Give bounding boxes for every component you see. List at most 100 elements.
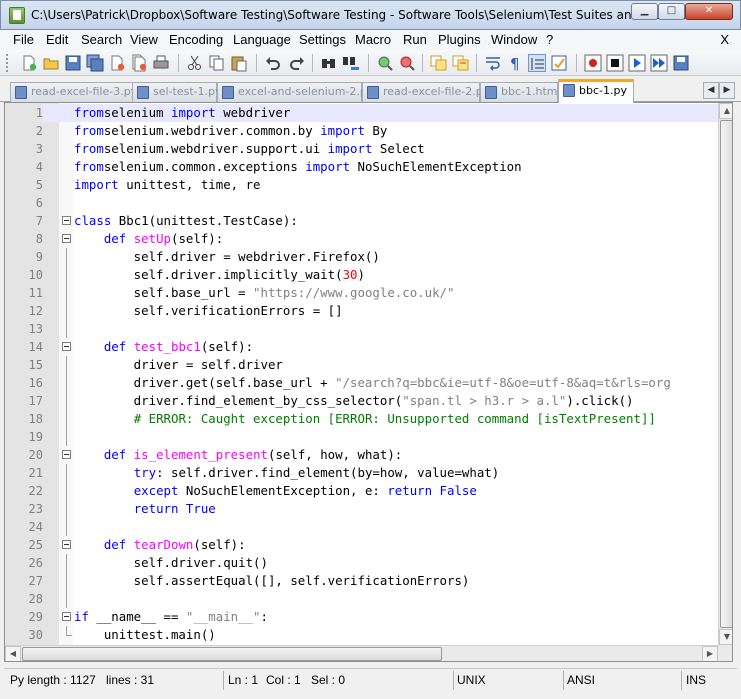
line-number[interactable]: 8 <box>5 230 43 248</box>
save-icon[interactable] <box>64 54 82 72</box>
close-all-icon[interactable] <box>130 54 148 72</box>
code-line[interactable]: 11 self.base_url = "https://www.google.c… <box>5 284 718 302</box>
scroll-down-button[interactable]: ▼ <box>719 629 732 645</box>
fold-toggle-icon[interactable] <box>62 450 71 459</box>
indent-guide-icon[interactable] <box>528 54 546 72</box>
line-number[interactable]: 30 <box>5 626 43 644</box>
code-line[interactable]: 26 self.driver.quit() <box>5 554 718 572</box>
fold-toggle-icon[interactable] <box>62 612 71 621</box>
code-lines[interactable]: 1 fromselenium import webdriver 2 fromselen… <box>5 104 718 644</box>
menu-search[interactable]: Search <box>81 32 122 47</box>
line-number[interactable]: 11 <box>5 284 43 302</box>
find-icon[interactable] <box>320 54 338 72</box>
tab-bbc-1-html[interactable]: bbc-1.html <box>480 82 561 102</box>
line-number[interactable]: 20 <box>5 446 43 464</box>
code-line[interactable]: 3 fromselenium.webdriver.support.ui impor… <box>5 140 718 158</box>
line-number[interactable]: 15 <box>5 356 43 374</box>
line-number[interactable]: 5 <box>5 176 43 194</box>
menu-encoding[interactable]: Encoding <box>169 32 223 47</box>
record-macro-icon[interactable] <box>584 54 602 72</box>
code-line[interactable]: 24 <box>5 518 718 536</box>
user-lang-icon[interactable] <box>550 54 568 72</box>
menu-view[interactable]: View <box>130 32 158 47</box>
close-icon[interactable] <box>108 54 126 72</box>
line-number[interactable]: 24 <box>5 518 43 536</box>
tab-scroll-left-button[interactable]: ◀ <box>703 82 719 99</box>
code-line[interactable]: 27 self.assertEqual([], self.verificatio… <box>5 572 718 590</box>
redo-icon[interactable] <box>288 54 306 72</box>
code-line[interactable]: 18 # ERROR: Caught exception [ERROR: Uns… <box>5 410 718 428</box>
code-line[interactable]: 4 fromselenium.common.exceptions import N… <box>5 158 718 176</box>
code-line[interactable]: 29 if __name__ == "__main__": <box>5 608 718 626</box>
stop-macro-icon[interactable] <box>606 54 624 72</box>
menu-macro[interactable]: Macro <box>355 32 391 47</box>
code-line[interactable]: 16 driver.get(self.base_url + "/search?q… <box>5 374 718 392</box>
scroll-up-button[interactable]: ▲ <box>719 103 732 119</box>
code-line[interactable]: 30 unittest.main() <box>5 626 718 644</box>
line-number[interactable]: 4 <box>5 158 43 176</box>
code-line[interactable]: 21 try: self.driver.find_element(by=how,… <box>5 464 718 482</box>
line-number[interactable]: 29 <box>5 608 43 626</box>
code-line[interactable]: 14 def test_bbc1(self): <box>5 338 718 356</box>
tab-excel-and-selenium-2[interactable]: excel-and-selenium-2.py <box>217 82 373 102</box>
code-line[interactable]: 13 <box>5 320 718 338</box>
line-number[interactable]: 21 <box>5 464 43 482</box>
undo-icon[interactable] <box>264 54 282 72</box>
sync-horizontal-icon[interactable] <box>452 54 470 72</box>
code-line[interactable]: 5 import unittest, time, re <box>5 176 718 194</box>
line-number[interactable]: 22 <box>5 482 43 500</box>
tab-sel-test-1[interactable]: sel-test-1.py <box>132 82 222 102</box>
code-line[interactable]: 17 driver.find_element_by_css_selector("… <box>5 392 718 410</box>
code-line[interactable]: 15 driver = self.driver <box>5 356 718 374</box>
copy-icon[interactable] <box>208 54 226 72</box>
code-line[interactable]: 1 fromselenium import webdriver <box>5 104 718 122</box>
menu-help[interactable]: ? <box>546 32 553 47</box>
code-line[interactable]: 20 def is_element_present(self, how, wha… <box>5 446 718 464</box>
tab-read-excel-file-2[interactable]: read-excel-file-2.py <box>362 82 489 102</box>
new-file-icon[interactable] <box>20 54 38 72</box>
fold-toggle-icon[interactable] <box>62 342 71 351</box>
code-line[interactable]: 28 <box>5 590 718 608</box>
save-all-icon[interactable] <box>86 54 104 72</box>
line-number[interactable]: 9 <box>5 248 43 266</box>
sync-vertical-icon[interactable] <box>430 54 448 72</box>
print-icon[interactable] <box>152 54 170 72</box>
tab-read-excel-file-3[interactable]: read-excel-file-3.py <box>10 82 140 102</box>
horizontal-scroll-thumb[interactable] <box>22 647 442 661</box>
code-line[interactable]: 6 <box>5 194 718 212</box>
open-file-icon[interactable] <box>42 54 60 72</box>
zoom-in-icon[interactable] <box>376 54 394 72</box>
cut-icon[interactable] <box>186 54 204 72</box>
maximize-button[interactable]: □ <box>658 3 685 20</box>
line-number[interactable]: 13 <box>5 320 43 338</box>
line-number[interactable]: 10 <box>5 266 43 284</box>
code-line[interactable]: 2 fromselenium.webdriver.common.by import… <box>5 122 718 140</box>
replace-icon[interactable] <box>342 54 360 72</box>
line-number[interactable]: 3 <box>5 140 43 158</box>
menu-window[interactable]: Window <box>491 32 537 47</box>
menu-file[interactable]: File <box>13 32 34 47</box>
code-line[interactable]: 12 self.verificationErrors = [] <box>5 302 718 320</box>
scroll-left-button[interactable]: ◀ <box>5 646 21 661</box>
scroll-right-button[interactable]: ▶ <box>702 646 718 661</box>
close-document-button[interactable]: X <box>720 32 729 47</box>
paste-icon[interactable] <box>230 54 248 72</box>
word-wrap-icon[interactable] <box>484 54 502 72</box>
toolbar-grip[interactable] <box>6 54 9 72</box>
menu-language[interactable]: Language <box>233 32 291 47</box>
vertical-scroll-thumb[interactable] <box>720 120 732 628</box>
line-number[interactable]: 25 <box>5 536 43 554</box>
line-number[interactable]: 28 <box>5 590 43 608</box>
code-line[interactable]: 10 self.driver.implicitly_wait(30) <box>5 266 718 284</box>
code-line[interactable]: 25 def tearDown(self): <box>5 536 718 554</box>
line-number[interactable]: 27 <box>5 572 43 590</box>
horizontal-scrollbar[interactable]: ◀ ▶ <box>5 645 718 661</box>
line-number[interactable]: 2 <box>5 122 43 140</box>
title-bar[interactable]: C:\Users\Patrick\Dropbox\Software Testin… <box>0 0 741 30</box>
fold-toggle-icon[interactable] <box>62 216 71 225</box>
play-macro-icon[interactable] <box>628 54 646 72</box>
line-number[interactable]: 6 <box>5 194 43 212</box>
minimize-button[interactable]: ▁ <box>631 3 658 20</box>
code-line[interactable]: 23 return True <box>5 500 718 518</box>
run-macro-multiple-icon[interactable] <box>650 54 668 72</box>
